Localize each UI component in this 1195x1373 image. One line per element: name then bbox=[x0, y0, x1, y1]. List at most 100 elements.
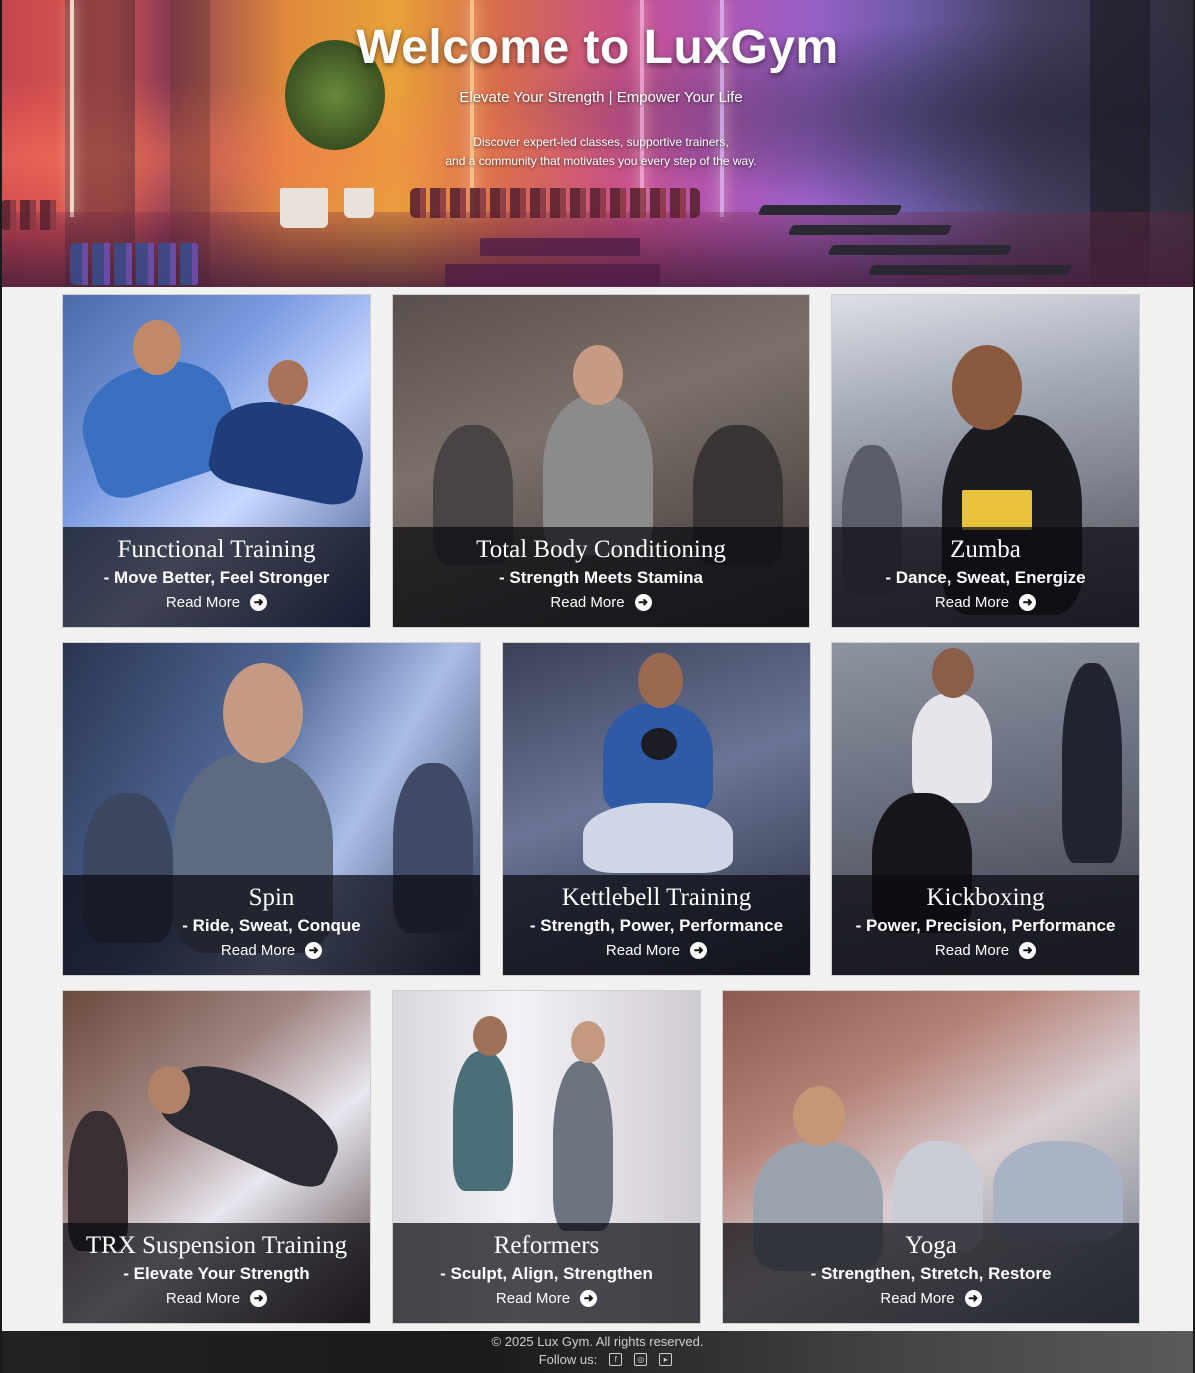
person-head bbox=[571, 1021, 605, 1063]
hero-pot bbox=[344, 188, 374, 218]
class-title: Reformers bbox=[493, 1232, 600, 1259]
plant bbox=[723, 991, 843, 1101]
arrow-right-circle-icon: ➜ bbox=[250, 594, 268, 611]
person-head bbox=[793, 1086, 845, 1146]
class-card-overlay: Total Body Conditioning - Strength Meets… bbox=[393, 527, 809, 627]
person-head bbox=[638, 653, 683, 708]
facebook-icon[interactable]: f bbox=[609, 1353, 623, 1366]
person-head bbox=[133, 320, 181, 375]
class-card-kettlebell-training[interactable]: Kettlebell Training - Strength, Power, P… bbox=[502, 642, 811, 976]
class-tagline: - Strength Meets Stamina bbox=[498, 568, 704, 587]
read-more-link[interactable]: Read More ➜ bbox=[166, 594, 268, 611]
arrow-right-circle-icon: ➜ bbox=[250, 1290, 268, 1307]
class-title: Kickboxing bbox=[926, 884, 1045, 911]
read-more-label: Read More bbox=[934, 594, 1010, 611]
person-figure bbox=[453, 1051, 513, 1191]
youtube-icon[interactable]: ▸ bbox=[659, 1353, 673, 1366]
hero-mat bbox=[480, 238, 640, 256]
kettlebell bbox=[641, 728, 677, 760]
class-card-overlay: Zumba - Dance, Sweat, Energize Read More… bbox=[832, 527, 1139, 627]
class-card-zumba[interactable]: Zumba - Dance, Sweat, Energize Read More… bbox=[831, 294, 1140, 628]
person-figure bbox=[1062, 663, 1122, 863]
read-more-link[interactable]: Read More ➜ bbox=[220, 942, 323, 959]
hero-treadmill bbox=[867, 265, 1073, 275]
class-tagline: - Power, Precision, Performance bbox=[855, 916, 1116, 935]
class-tagline: - Strengthen, Stretch, Restore bbox=[810, 1264, 1052, 1283]
read-more-label: Read More bbox=[165, 1290, 241, 1307]
arrow-right-circle-icon: ➜ bbox=[964, 1290, 982, 1307]
read-more-label: Read More bbox=[934, 942, 1010, 959]
hero-pot bbox=[280, 188, 328, 228]
hero-banner: Welcome to LuxGym Elevate Your Strength … bbox=[0, 0, 1195, 287]
class-title: Spin bbox=[248, 884, 295, 911]
class-tagline: - Sculpt, Align, Strengthen bbox=[440, 1264, 653, 1283]
site-footer: © 2025 Lux Gym. All rights reserved. Fol… bbox=[0, 1331, 1195, 1373]
hero-treadmill bbox=[787, 225, 953, 235]
class-card-kickboxing[interactable]: Kickboxing - Power, Precision, Performan… bbox=[831, 642, 1140, 976]
person-head bbox=[148, 1066, 190, 1114]
hero-dumbbell-rack bbox=[0, 200, 60, 230]
class-tagline: - Ride, Sweat, Conque bbox=[182, 916, 361, 935]
class-card-reformers[interactable]: Reformers - Sculpt, Align, Strengthen Re… bbox=[392, 990, 701, 1324]
class-card-overlay: Kickboxing - Power, Precision, Performan… bbox=[832, 875, 1139, 975]
person-head bbox=[223, 663, 303, 763]
person-figure bbox=[553, 1061, 613, 1231]
hero-title: Welcome to LuxGym bbox=[356, 21, 839, 74]
read-more-link[interactable]: Read More ➜ bbox=[496, 1290, 598, 1307]
hero-dumbbells bbox=[70, 243, 200, 285]
read-more-label: Read More bbox=[550, 594, 625, 611]
class-card-total-body-conditioning[interactable]: Total Body Conditioning - Strength Meets… bbox=[392, 294, 810, 628]
arrow-right-circle-icon: ➜ bbox=[580, 1290, 598, 1307]
person-figure bbox=[154, 1046, 352, 1196]
hero-treadmill bbox=[827, 245, 1013, 255]
person-head bbox=[268, 360, 308, 405]
class-title: Functional Training bbox=[117, 536, 316, 563]
class-card-overlay: Spin - Ride, Sweat, Conque Read More ➜ bbox=[63, 875, 480, 975]
class-title: Yoga bbox=[905, 1232, 957, 1259]
arrow-right-circle-icon: ➜ bbox=[634, 594, 652, 611]
arrow-right-circle-icon: ➜ bbox=[305, 942, 323, 959]
class-card-overlay: Functional Training - Move Better, Feel … bbox=[63, 527, 370, 627]
read-more-label: Read More bbox=[220, 942, 296, 959]
arrow-right-circle-icon: ➜ bbox=[690, 942, 708, 959]
hero-dumbbell-rack bbox=[410, 188, 700, 218]
read-more-link[interactable]: Read More ➜ bbox=[165, 1290, 268, 1307]
class-card-overlay: TRX Suspension Training - Elevate Your S… bbox=[63, 1223, 370, 1323]
class-card-overlay: Yoga - Strengthen, Stretch, Restore Read… bbox=[723, 1223, 1139, 1323]
class-title: Kettlebell Training bbox=[561, 884, 752, 911]
read-more-link[interactable]: Read More ➜ bbox=[934, 594, 1037, 611]
follow-label: Follow us: bbox=[538, 1352, 598, 1367]
class-title: Total Body Conditioning bbox=[476, 536, 726, 563]
hero-description: Discover expert-led classes, supportive … bbox=[0, 133, 1195, 171]
hero-description-line: Discover expert-led classes, supportive … bbox=[473, 135, 729, 149]
class-card-spin[interactable]: Spin - Ride, Sweat, Conque Read More ➜ bbox=[62, 642, 481, 976]
read-more-link[interactable]: Read More ➜ bbox=[605, 942, 708, 959]
class-title: Zumba bbox=[950, 536, 1021, 563]
social-links: Follow us: f ◎ ▸ bbox=[539, 1352, 673, 1367]
class-card-overlay: Reformers - Sculpt, Align, Strengthen Re… bbox=[393, 1223, 700, 1323]
hero-description-line: and a community that motivates you every… bbox=[445, 154, 757, 168]
hero-treadmill bbox=[757, 205, 903, 215]
read-more-link[interactable]: Read More ➜ bbox=[934, 942, 1037, 959]
person-head bbox=[473, 1016, 507, 1056]
read-more-link[interactable]: Read More ➜ bbox=[880, 1290, 982, 1307]
class-card-functional-training[interactable]: Functional Training - Move Better, Feel … bbox=[62, 294, 371, 628]
person-head bbox=[952, 345, 1022, 430]
copyright-text: © 2025 Lux Gym. All rights reserved. bbox=[491, 1334, 704, 1349]
arrow-right-circle-icon: ➜ bbox=[1019, 594, 1037, 611]
class-card-overlay: Kettlebell Training - Strength, Power, P… bbox=[503, 875, 810, 975]
person-figure bbox=[583, 803, 733, 873]
read-more-label: Read More bbox=[605, 942, 681, 959]
class-tagline: - Move Better, Feel Stronger bbox=[103, 568, 330, 587]
hero-mat bbox=[445, 264, 660, 286]
class-tagline: - Elevate Your Strength bbox=[123, 1264, 310, 1283]
hero-subtitle: Elevate Your Strength | Empower Your Lif… bbox=[459, 89, 743, 106]
class-card-trx-suspension-training[interactable]: TRX Suspension Training - Elevate Your S… bbox=[62, 990, 371, 1324]
arrow-right-circle-icon: ➜ bbox=[1019, 942, 1037, 959]
person-head bbox=[932, 648, 974, 698]
class-card-yoga[interactable]: Yoga - Strengthen, Stretch, Restore Read… bbox=[722, 990, 1140, 1324]
instagram-icon[interactable]: ◎ bbox=[634, 1353, 648, 1366]
read-more-link[interactable]: Read More ➜ bbox=[550, 594, 652, 611]
person-figure bbox=[912, 693, 992, 803]
person-head bbox=[573, 345, 623, 405]
